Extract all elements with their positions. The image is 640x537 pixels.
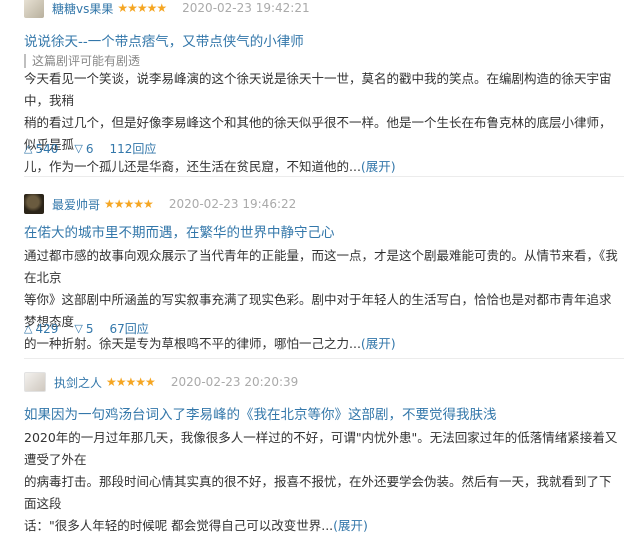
review-body: 2020年的一月过年那几天，我像很多人一样过的不好，可谓"内忧外患"。无法回家过… xyxy=(24,427,620,537)
author-name[interactable]: 最爱帅哥 xyxy=(52,196,100,213)
review-time: 2020-02-23 19:42:21 xyxy=(182,1,310,15)
spoiler-notice: 这篇剧评可能有剧透 xyxy=(24,52,140,69)
author-name[interactable]: 执剑之人 xyxy=(54,374,102,391)
review-time: 2020-02-23 20:20:39 xyxy=(170,375,299,389)
useless-count: 5 xyxy=(85,321,94,336)
spoiler-text: 这篇剧评可能有剧透 xyxy=(32,54,141,68)
review-item: 最爱帅哥 ★★★★★ 2020-02-23 19:46:22 在偌大的城市里不期… xyxy=(0,184,640,351)
avatar[interactable] xyxy=(24,0,44,18)
review-body: 今天看见一个笑谈，说李易峰演的这个徐天说是徐天十一世，莫名的戳中我的笑点。在编剧… xyxy=(24,68,620,178)
review-item: 执剑之人 ★★★★★ 2020-02-23 20:20:39 如果因为一句鸡汤台… xyxy=(0,366,640,533)
review-item: 糖糖vs果果 ★★★★★ 2020-02-23 19:42:21 说说徐天--一… xyxy=(0,0,640,174)
useful-count: 540 xyxy=(35,141,59,156)
review-body: 通过都市感的故事向观众展示了当代青年的正能量，而这一点，才是这个剧最难能可贵的。… xyxy=(24,245,620,355)
review-meta: 糖糖vs果果 ★★★★★ 2020-02-23 19:42:21 xyxy=(24,0,310,18)
body-line: 话："很多人年轻的时候呢 都会觉得自己可以改变世界...(展开) xyxy=(24,518,368,533)
rating-stars: ★★★★★ xyxy=(106,375,156,389)
useful-count: 429 xyxy=(35,321,59,336)
review-title[interactable]: 如果因为一句鸡汤台词入了李易峰的《我在北京等你》这部剧，不要觉得我肤浅 xyxy=(24,403,497,423)
thumbs-down-triangle-icon: ▽ xyxy=(74,322,83,335)
author-name[interactable]: 糖糖vs果果 xyxy=(52,0,113,17)
thumbs-up-triangle-icon: △ xyxy=(24,322,33,335)
divider xyxy=(24,176,624,177)
body-line: 通过都市感的故事向观众展示了当代青年的正能量，而这一点，才是这个剧最难能可贵的。… xyxy=(24,248,618,285)
body-line: 今天看见一个笑谈，说李易峰演的这个徐天说是徐天十一世，莫名的戳中我的笑点。在编剧… xyxy=(24,71,612,108)
body-line: 的病毒打击。那段时间心情其实真的很不好，报喜不报忧，在外还要学会伪装。然后有一天… xyxy=(24,474,612,511)
replies-link[interactable]: 112回应 xyxy=(109,140,156,157)
avatar[interactable] xyxy=(24,372,46,392)
thumbs-up-triangle-icon: △ xyxy=(24,142,33,155)
body-line: 儿，作为一个孤儿还是华裔，还生活在贫民窟，不知道他的...(展开) xyxy=(24,159,396,174)
useless-button[interactable]: ▽ 6 xyxy=(74,142,93,156)
expand-link[interactable]: (展开) xyxy=(333,518,368,533)
useful-button[interactable]: △ 429 xyxy=(24,322,58,336)
body-line: 2020年的一月过年那几天，我像很多人一样过的不好，可谓"内忧外患"。无法回家过… xyxy=(24,430,618,467)
rating-stars: ★★★★★ xyxy=(104,197,154,211)
thumbs-down-triangle-icon: ▽ xyxy=(74,142,83,155)
useless-count: 6 xyxy=(85,141,94,156)
review-meta: 执剑之人 ★★★★★ 2020-02-23 20:20:39 xyxy=(24,372,298,392)
avatar[interactable] xyxy=(24,194,44,214)
useful-button[interactable]: △ 540 xyxy=(24,142,58,156)
review-actions: △ 429 ▽ 5 67回应 xyxy=(24,320,165,337)
review-actions: △ 540 ▽ 6 112回应 xyxy=(24,140,172,157)
review-meta: 最爱帅哥 ★★★★★ 2020-02-23 19:46:22 xyxy=(24,194,296,214)
rating-stars: ★★★★★ xyxy=(117,1,167,15)
divider xyxy=(24,358,624,359)
expand-link[interactable]: (展开) xyxy=(361,336,396,351)
replies-link[interactable]: 67回应 xyxy=(109,320,148,337)
review-time: 2020-02-23 19:46:22 xyxy=(168,197,297,211)
review-title[interactable]: 说说徐天--一个带点痞气，又带点侠气的小律师 xyxy=(24,30,304,50)
spoiler-bar xyxy=(24,53,26,68)
useless-button[interactable]: ▽ 5 xyxy=(74,322,93,336)
review-title[interactable]: 在偌大的城市里不期而遇，在繁华的世界中静守己心 xyxy=(24,221,335,241)
expand-link[interactable]: (展开) xyxy=(361,159,396,174)
